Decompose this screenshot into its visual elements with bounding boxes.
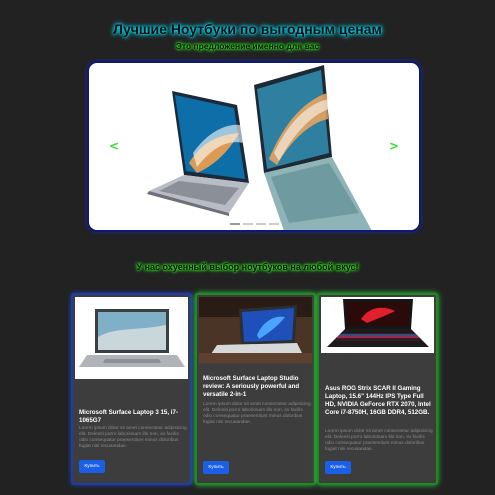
hero-subtitle: Это предложение именно для вас [175, 41, 320, 51]
product-card: Asus ROG Strix SCAR II Gaming Laptop, 15… [317, 293, 438, 485]
product-title: Asus ROG Strix SCAR II Gaming Laptop, 15… [325, 385, 431, 416]
slider-dot[interactable] [268, 223, 279, 225]
product-card: Microsoft Surface Laptop Studio review: … [195, 293, 316, 485]
product-description: Lorem ipsum dolor sit amet consectetur a… [325, 429, 433, 452]
section-title: У нас охуенный выбор ноутбуков на любой … [136, 262, 359, 272]
slider-dot[interactable] [255, 223, 266, 225]
slider-prev-button[interactable]: < [109, 139, 119, 153]
slide-image [147, 65, 372, 230]
slider-dot[interactable] [229, 223, 240, 225]
product-image [321, 297, 434, 379]
hero-title: Лучшие Ноутбуки по выгодным ценам [113, 21, 382, 37]
product-description: Lorem ipsum dolor sit amet consectetur a… [79, 426, 187, 449]
buy-button[interactable]: Купить [79, 460, 105, 473]
laptop-right [254, 65, 372, 230]
product-title: Microsoft Surface Laptop 3 15, i7-1065G7 [79, 409, 179, 424]
product-image [75, 297, 188, 379]
buy-button[interactable]: Купить [325, 461, 351, 474]
slider-indicators [89, 223, 419, 225]
product-title: Microsoft Surface Laptop Studio review: … [203, 375, 300, 398]
image-slider[interactable]: < > [87, 61, 421, 232]
buy-button[interactable]: Купить [203, 461, 229, 474]
slider-dot[interactable] [242, 223, 253, 225]
slider-next-button[interactable]: > [389, 139, 399, 153]
product-card: Microsoft Surface Laptop 3 15, i7-1065G7… [71, 293, 192, 485]
product-description: Lorem ipsum dolor sit amet consectetur a… [203, 402, 311, 425]
product-image [199, 297, 312, 379]
laptop-left [147, 91, 249, 216]
